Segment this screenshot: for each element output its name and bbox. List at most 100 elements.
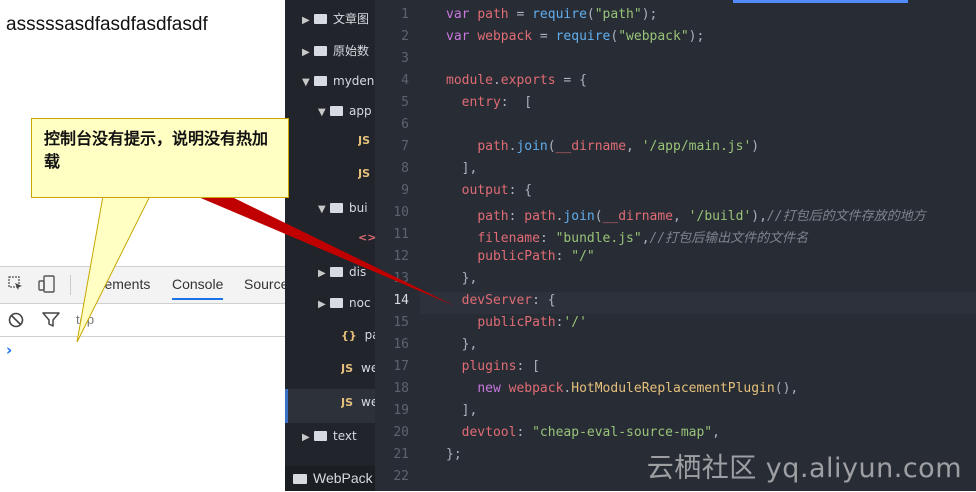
code-line: plugins: [ xyxy=(461,359,540,374)
html-file-icon: <> xyxy=(358,231,377,244)
line-number: 13 xyxy=(393,271,409,286)
active-tab-indicator xyxy=(733,0,908,3)
devtools-panel: Elements Console Source top › xyxy=(0,266,288,492)
line-number: 8 xyxy=(401,161,409,176)
code-line: ], xyxy=(446,161,478,176)
line-number: 4 xyxy=(401,73,409,88)
code-line: entry: [ xyxy=(461,95,533,110)
status-project-tab[interactable]: WebPack xyxy=(285,466,375,491)
line-number: 11 xyxy=(393,227,409,242)
line-number: 7 xyxy=(401,139,409,154)
clear-console-icon[interactable] xyxy=(8,312,24,328)
line-number: 2 xyxy=(401,29,409,44)
tree-item-file[interactable]: JS we xyxy=(341,361,378,383)
toolbar-divider xyxy=(70,275,71,295)
tab-console[interactable]: Console xyxy=(172,276,224,300)
tree-item-folder[interactable]: ▼ myden xyxy=(302,74,374,96)
code-line: }; xyxy=(446,447,462,462)
tree-item-folder[interactable]: ▶ noc xyxy=(318,296,371,318)
tree-item-file[interactable]: {} pa xyxy=(341,328,380,350)
code-line: devtool: "cheap-eval-source-map", xyxy=(461,425,720,440)
line-number: 22 xyxy=(393,469,409,484)
tree-item-label: bui xyxy=(349,201,368,215)
line-number: 16 xyxy=(393,337,409,352)
console-prompt[interactable]: › xyxy=(6,341,12,359)
line-number-gutter: 1 2 3 4 5 6 7 8 9 10 11 12 13 14 15 16 17 18 19 20 21 22 xyxy=(375,0,420,491)
context-selector[interactable]: top xyxy=(76,312,94,327)
code-line: path.join(__dirname, '/app/main.js') xyxy=(477,139,760,154)
tree-item-label: myden xyxy=(333,74,375,88)
chevron-down-icon: ▼ xyxy=(318,107,326,118)
folder-icon xyxy=(314,14,327,24)
tree-item-label: app xyxy=(349,104,372,118)
folder-icon xyxy=(330,298,343,308)
js-file-icon: JS xyxy=(341,362,354,375)
line-number: 20 xyxy=(393,425,409,440)
chevron-down-icon: ▼ xyxy=(318,204,326,215)
code-line: publicPath: "/" xyxy=(477,249,595,264)
folder-icon xyxy=(330,106,343,116)
code-line: var webpack = require("webpack"); xyxy=(446,29,705,44)
chevron-right-icon: ▶ xyxy=(302,15,310,26)
chevron-right-icon: ▶ xyxy=(318,299,326,310)
js-file-icon: JS xyxy=(358,134,371,147)
tree-item-folder[interactable]: ▼ app xyxy=(318,104,372,126)
code-editor[interactable]: var path = require("path"); var webpack =… xyxy=(420,0,976,491)
tree-item-folder[interactable]: ▶ text xyxy=(302,429,357,451)
line-number: 9 xyxy=(401,183,409,198)
folder-icon xyxy=(314,46,327,56)
line-number: 14 xyxy=(393,293,409,308)
line-number: 19 xyxy=(393,403,409,418)
js-file-icon: JS xyxy=(341,396,354,409)
folder-icon xyxy=(314,76,327,86)
chevron-right-icon: ▶ xyxy=(302,432,310,443)
line-number: 17 xyxy=(393,359,409,374)
tree-item-folder[interactable]: ▶ dis xyxy=(318,265,366,287)
line-number: 12 xyxy=(393,249,409,264)
inspect-element-icon[interactable] xyxy=(8,276,24,292)
line-number: 5 xyxy=(401,95,409,110)
js-file-icon: JS xyxy=(358,167,371,180)
chevron-right-icon: ▶ xyxy=(318,268,326,279)
tab-sources[interactable]: Source xyxy=(244,276,288,292)
code-line: output: { xyxy=(461,183,533,198)
tree-item-folder[interactable]: ▶ 文章图 xyxy=(302,10,369,32)
line-number: 15 xyxy=(393,315,409,330)
code-line: new webpack.HotModuleReplacementPlugin()… xyxy=(477,381,799,396)
tab-elements[interactable]: Elements xyxy=(92,276,150,292)
line-number: 1 xyxy=(401,7,409,22)
tree-item-selected[interactable]: JS we xyxy=(285,389,378,423)
device-toolbar-icon[interactable] xyxy=(38,275,58,293)
console-toolbar: top xyxy=(0,304,285,337)
filter-icon[interactable] xyxy=(42,312,60,328)
browser-viewport: asssssasdfasdfasdfasdf Elements Console … xyxy=(0,0,288,492)
folder-icon xyxy=(293,474,307,484)
code-line: }, xyxy=(446,271,478,286)
page-body-text: asssssasdfasdfasdfasdf xyxy=(6,14,208,35)
watermark: 云栖社区 yq.aliyun.com xyxy=(646,453,962,484)
line-number: 21 xyxy=(393,447,409,462)
tree-item-label: 文章图 xyxy=(333,12,370,26)
devtools-tabbar: Elements Console Source xyxy=(0,267,288,304)
code-line: publicPath:'/' xyxy=(477,315,587,330)
code-line: devServer: { xyxy=(461,293,556,308)
line-number: 6 xyxy=(401,117,409,132)
chevron-right-icon: ▶ xyxy=(302,47,310,58)
tree-item-label: 原始数 xyxy=(333,44,370,58)
callout-text: 控制台没有提示，说明没有热加载 xyxy=(44,129,269,171)
folder-icon xyxy=(330,203,343,213)
code-line: filename: "bundle.js",//打包后输出文件的文件名 xyxy=(477,231,809,246)
chevron-down-icon: ▼ xyxy=(302,77,310,88)
line-number: 18 xyxy=(393,381,409,396)
tree-item-file: JS we xyxy=(341,395,378,417)
tree-item-label: noc xyxy=(349,296,371,310)
code-line: }, xyxy=(446,337,478,352)
annotation-callout: 控制台没有提示，说明没有热加载 xyxy=(31,118,289,198)
tree-item-label: text xyxy=(333,429,357,443)
project-name: WebPack xyxy=(313,470,373,486)
tree-item-folder[interactable]: ▶ 原始数 xyxy=(302,42,369,64)
code-line: module.exports = { xyxy=(446,73,587,88)
tree-item-folder[interactable]: ▼ bui xyxy=(318,201,368,223)
line-number: 10 xyxy=(393,205,409,220)
line-number: 3 xyxy=(401,51,409,66)
